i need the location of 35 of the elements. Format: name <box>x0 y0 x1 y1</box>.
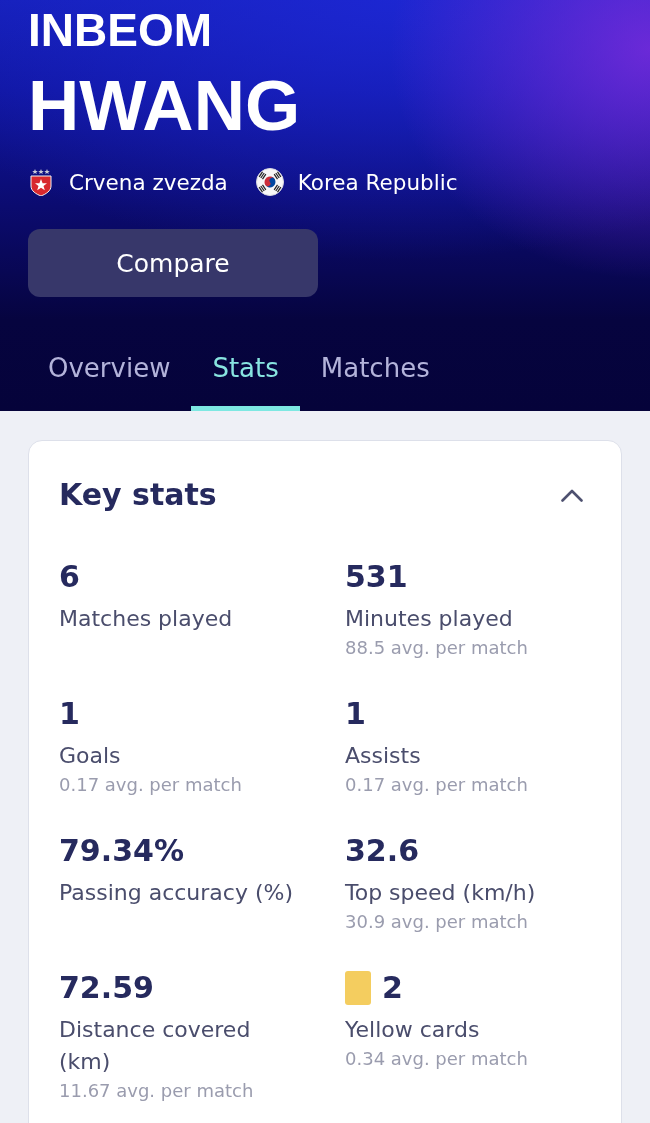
player-first-name: INBEOM <box>28 5 213 55</box>
stat-label: Goals <box>59 742 121 770</box>
shield-crest-icon <box>30 168 52 196</box>
stat-average: 30.9 avg. per match <box>345 910 528 934</box>
player-last-name: HWANG <box>28 68 302 144</box>
stat-label: Assists <box>345 742 421 770</box>
stat-value: 72.59 <box>59 969 154 1007</box>
stat-value: 1 <box>59 695 80 733</box>
stat-value: 531 <box>345 558 408 596</box>
stat-average: 0.34 avg. per match <box>345 1047 528 1071</box>
stat-value: 32.6 <box>345 832 420 870</box>
tab[interactable]: Overview <box>27 330 192 411</box>
section-title: Key stats <box>59 476 217 514</box>
tab[interactable]: Stats <box>191 330 300 411</box>
compare-button[interactable]: Compare <box>28 229 318 297</box>
stat-average: 11.67 avg. per match <box>59 1079 254 1103</box>
card-icon <box>345 971 371 1005</box>
stat-value: 79.34% <box>59 832 184 870</box>
stat-value: 6 <box>59 558 80 596</box>
stat-value: 1 <box>345 695 366 733</box>
nationality: Korea Republic <box>297 169 458 195</box>
stat-label: Passing accuracy (%) <box>59 879 294 907</box>
stat-value: 2 <box>382 969 403 1007</box>
stat-average: 88.5 avg. per match <box>345 636 528 660</box>
stat-label: Yellow cards <box>345 1016 480 1044</box>
stat-label: Distance covered (km) <box>59 1016 252 1076</box>
stat-average: 0.17 avg. per match <box>345 773 528 797</box>
stat-label: Minutes played <box>345 605 513 633</box>
stat-average: 0.17 avg. per match <box>59 773 242 797</box>
stat-label: Top speed (km/h) <box>345 879 536 907</box>
stat-label: Matches played <box>59 605 233 633</box>
chevron-up-icon[interactable] <box>561 488 583 502</box>
tab[interactable]: Matches <box>299 330 451 411</box>
flag-icon <box>255 168 284 196</box>
club-name: Crvena zvezda <box>69 169 228 195</box>
